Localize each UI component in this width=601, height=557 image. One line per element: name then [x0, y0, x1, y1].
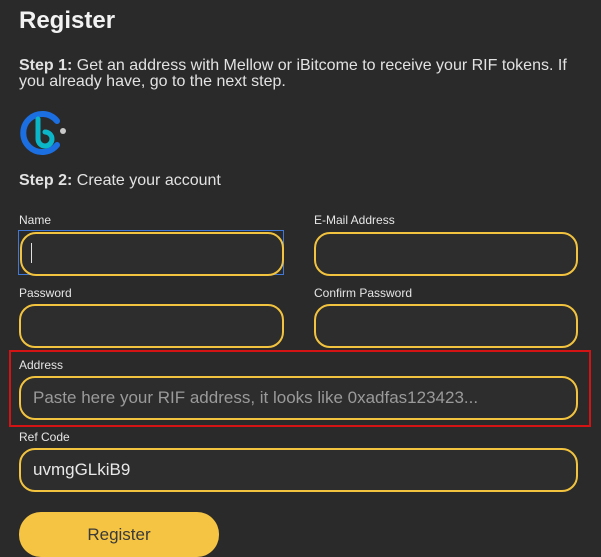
step2-text: Create your account [72, 172, 221, 189]
step1-instructions: Step 1: Get an address with Mellow or iB… [19, 58, 589, 90]
ref-code-input[interactable] [19, 448, 578, 492]
address-label: Address [19, 358, 64, 372]
step2-instructions: Step 2: Create your account [19, 172, 221, 190]
confirm-password-label: Confirm Password [314, 286, 413, 300]
step1-text: Get an address with Mellow or iBitcome t… [19, 57, 567, 90]
email-input[interactable] [314, 232, 578, 276]
ibitcome-logo-icon [20, 111, 66, 155]
page-title: Register [19, 7, 116, 34]
text-caret [31, 243, 32, 263]
step2-label: Step 2: [19, 172, 73, 189]
step1-label: Step 1: [19, 57, 73, 74]
password-label: Password [19, 286, 72, 300]
address-input[interactable] [19, 376, 578, 420]
confirm-password-input[interactable] [314, 304, 578, 348]
register-button[interactable]: Register [19, 512, 219, 557]
name-label: Name [19, 213, 52, 227]
register-panel: Register Step 1: Get an address with Mel… [0, 0, 601, 557]
name-input[interactable] [20, 232, 284, 276]
ref-code-label: Ref Code [19, 430, 70, 444]
password-input[interactable] [19, 304, 284, 348]
email-label: E-Mail Address [314, 213, 395, 227]
